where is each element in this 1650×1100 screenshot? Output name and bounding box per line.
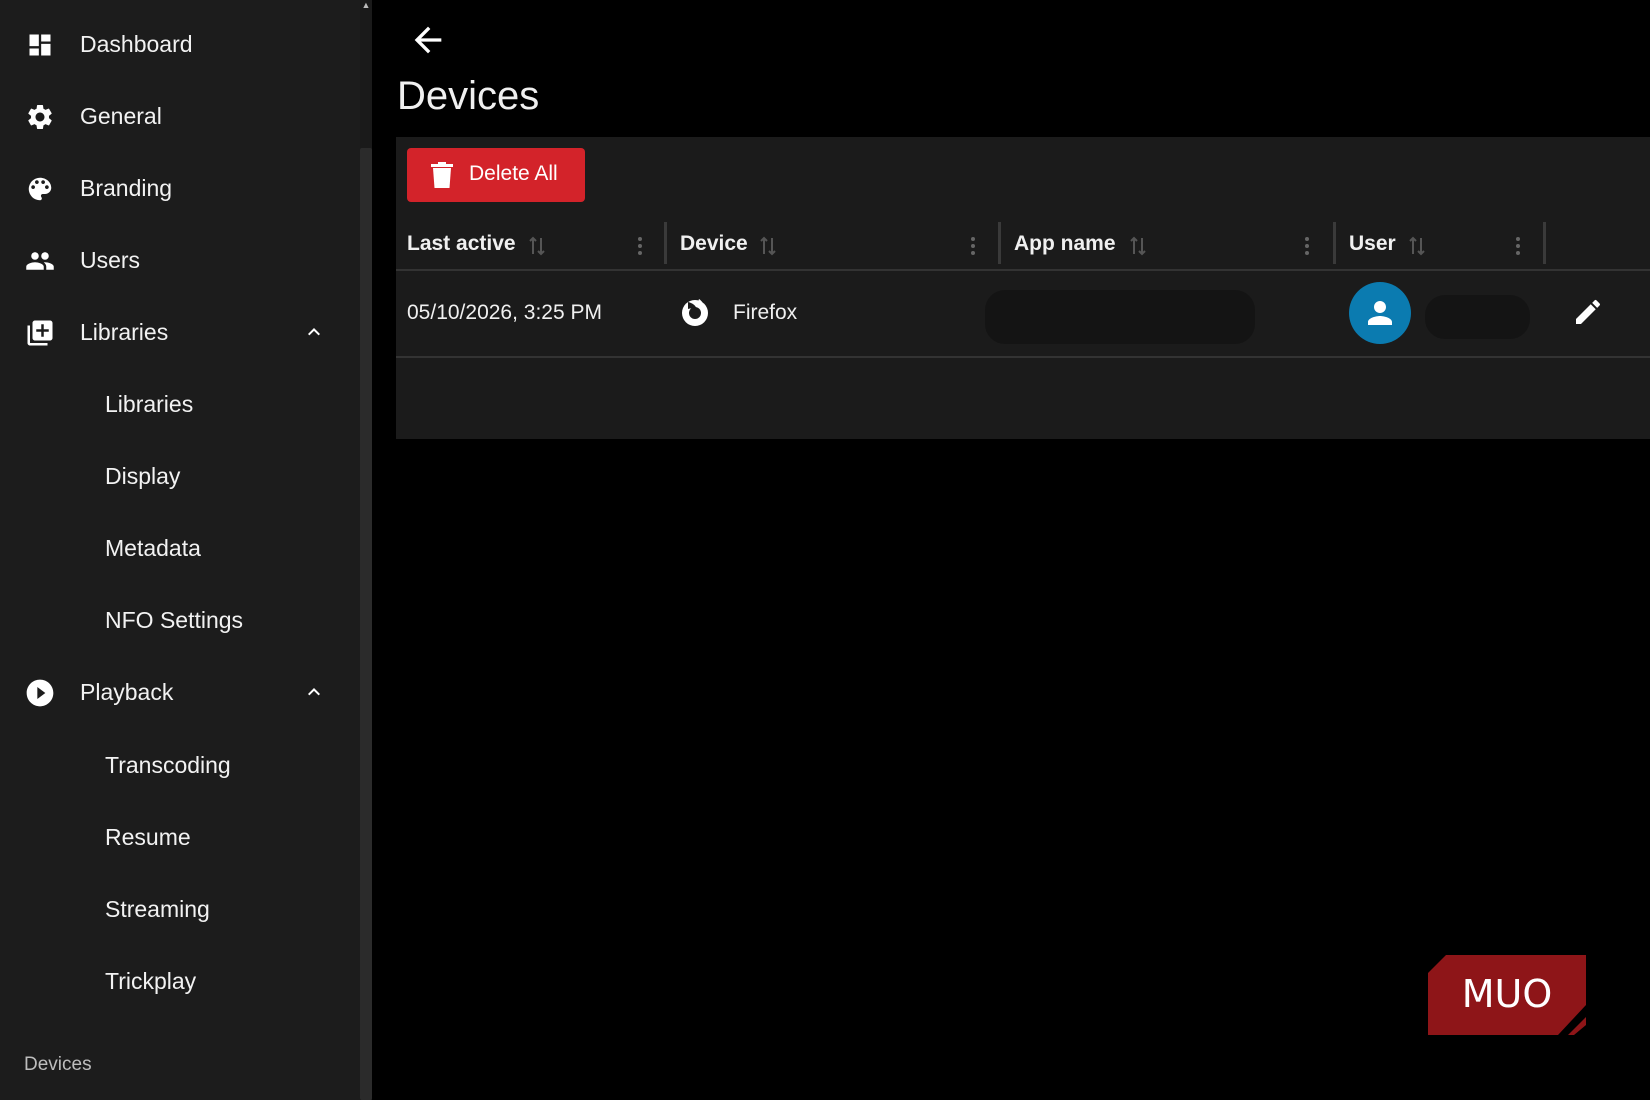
edit-pencil-icon[interactable] bbox=[1572, 296, 1604, 328]
column-menu-icon[interactable] bbox=[1513, 234, 1523, 258]
column-header-last-active[interactable]: Last active bbox=[407, 220, 657, 268]
column-header-user[interactable]: User bbox=[1349, 220, 1549, 268]
cell-device: Firefox bbox=[733, 301, 798, 324]
column-header-label: App name bbox=[1014, 232, 1116, 255]
sidebar-item-trickplay[interactable]: Trickplay bbox=[0, 949, 360, 1013]
back-button[interactable] bbox=[408, 20, 448, 60]
library-add-icon bbox=[24, 318, 56, 348]
dashboard-icon bbox=[24, 30, 56, 60]
sidebar-item-label: Streaming bbox=[105, 895, 210, 922]
muo-logo: MUO bbox=[1428, 955, 1586, 1035]
sort-icon[interactable] bbox=[1407, 234, 1427, 258]
sidebar-item-libraries[interactable]: Libraries bbox=[0, 300, 360, 364]
trash-icon bbox=[431, 162, 453, 188]
firefox-icon bbox=[679, 296, 711, 328]
page-title: Devices bbox=[397, 74, 540, 118]
sidebar-item-branding[interactable]: Branding bbox=[0, 156, 360, 220]
sort-icon[interactable] bbox=[527, 234, 547, 258]
play-circle-icon bbox=[24, 678, 56, 708]
sidebar-item-transcoding[interactable]: Transcoding bbox=[0, 733, 360, 797]
sidebar-item-users[interactable]: Users bbox=[0, 228, 360, 292]
sidebar-item-playback[interactable]: Playback bbox=[0, 660, 360, 724]
app-name-redacted bbox=[985, 290, 1255, 344]
scroll-up-arrow-icon[interactable]: ▲ bbox=[361, 0, 371, 10]
delete-all-label: Delete All bbox=[469, 162, 558, 185]
sidebar-item-label: Display bbox=[105, 462, 181, 489]
column-separator[interactable] bbox=[1543, 222, 1546, 264]
sidebar-item-label: Branding bbox=[80, 174, 173, 201]
gear-icon bbox=[24, 102, 56, 132]
column-header-label: User bbox=[1349, 232, 1396, 255]
column-separator[interactable] bbox=[1333, 222, 1336, 264]
logo-text: MUO bbox=[1462, 972, 1553, 1016]
column-header-label: Device bbox=[680, 232, 748, 255]
sidebar-item-label: General bbox=[80, 102, 162, 129]
sidebar-item-label: Transcoding bbox=[105, 751, 231, 778]
arrow-left-icon bbox=[414, 26, 442, 54]
table-header-divider bbox=[396, 269, 1650, 271]
palette-icon bbox=[24, 174, 56, 204]
users-icon bbox=[24, 246, 56, 276]
sidebar-item-label: Metadata bbox=[105, 534, 201, 561]
sidebar-item-label: Dashboard bbox=[80, 30, 193, 57]
cell-last-active: 05/10/2026, 3:25 PM bbox=[407, 301, 602, 324]
column-menu-icon[interactable] bbox=[635, 234, 645, 258]
column-header-app-name[interactable]: App name bbox=[1014, 220, 1314, 268]
sidebar: Dashboard General Branding Users Librari… bbox=[0, 0, 360, 1100]
column-separator[interactable] bbox=[998, 222, 1001, 264]
sidebar-item-label: Libraries bbox=[105, 390, 194, 417]
delete-all-button[interactable]: Delete All bbox=[407, 148, 585, 202]
sidebar-item-label: NFO Settings bbox=[105, 606, 244, 633]
sidebar-item-resume[interactable]: Resume bbox=[0, 805, 360, 869]
sidebar-item-streaming[interactable]: Streaming bbox=[0, 877, 360, 941]
sidebar-item-label: Libraries bbox=[80, 318, 169, 345]
chevron-up-icon[interactable] bbox=[302, 320, 326, 344]
sidebar-item-display[interactable]: Display bbox=[0, 444, 360, 508]
sort-icon[interactable] bbox=[758, 234, 778, 258]
sidebar-item-label: Trickplay bbox=[105, 967, 197, 994]
sidebar-section-devices: Devices bbox=[24, 1054, 92, 1075]
chevron-up-icon[interactable] bbox=[302, 680, 326, 704]
sidebar-item-label: Playback bbox=[80, 678, 174, 705]
sidebar-item-dashboard[interactable]: Dashboard bbox=[0, 12, 360, 76]
sidebar-item-libraries-sub[interactable]: Libraries bbox=[0, 372, 360, 436]
sidebar-item-general[interactable]: General bbox=[0, 84, 360, 148]
sidebar-scrollbar-thumb[interactable] bbox=[360, 148, 372, 1100]
column-header-label: Last active bbox=[407, 232, 516, 255]
column-separator[interactable] bbox=[664, 222, 667, 264]
username-redacted bbox=[1425, 295, 1530, 339]
sidebar-item-label: Resume bbox=[105, 823, 191, 850]
column-menu-icon[interactable] bbox=[968, 234, 978, 258]
sidebar-item-nfo-settings[interactable]: NFO Settings bbox=[0, 588, 360, 652]
sort-icon[interactable] bbox=[1128, 234, 1148, 258]
column-header-device[interactable]: Device bbox=[680, 220, 980, 268]
sidebar-item-metadata[interactable]: Metadata bbox=[0, 516, 360, 580]
sidebar-item-label: Users bbox=[80, 246, 141, 273]
column-menu-icon[interactable] bbox=[1302, 234, 1312, 258]
table-row-divider bbox=[396, 356, 1650, 358]
user-avatar-icon bbox=[1349, 282, 1411, 344]
